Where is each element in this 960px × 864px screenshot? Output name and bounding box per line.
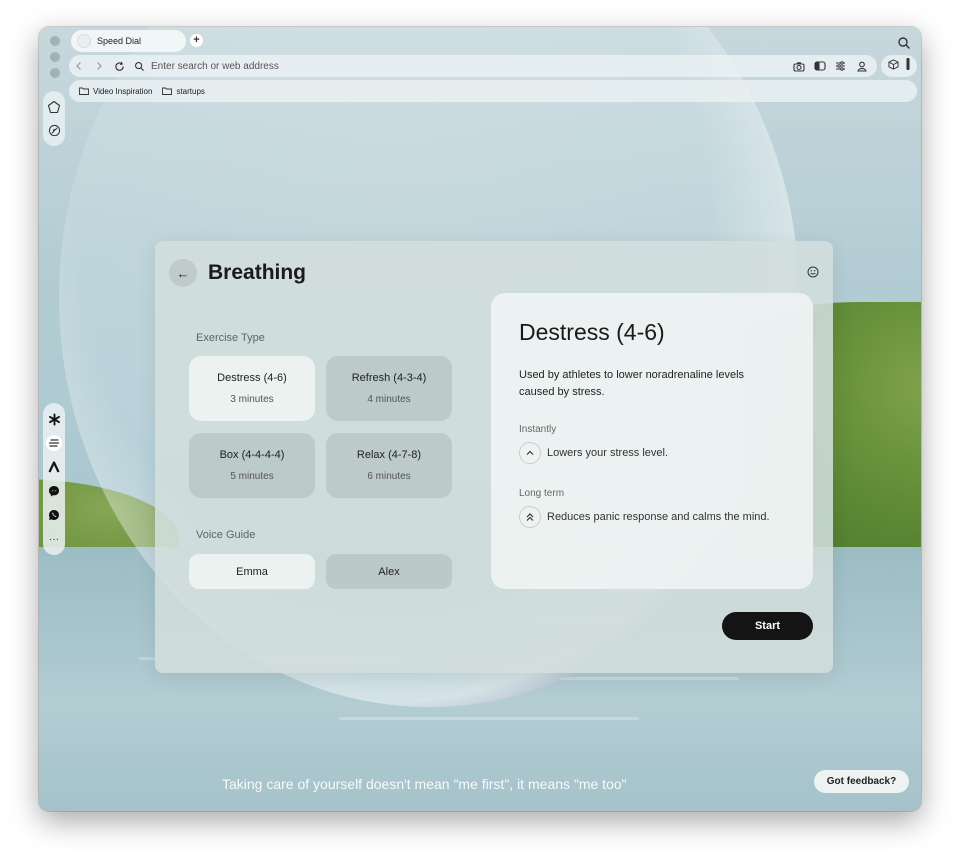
exercise-duration: 6 minutes <box>367 471 411 482</box>
home-icon[interactable] <box>46 99 62 115</box>
voice-option-alex[interactable]: Alex <box>326 554 452 589</box>
start-button[interactable]: Start <box>722 612 813 640</box>
more-icon[interactable]: ··· <box>46 531 62 547</box>
folder-icon <box>79 87 89 95</box>
search-tabs-icon[interactable] <box>896 35 912 51</box>
sidebar-apps: ··· <box>43 403 65 555</box>
voice-guide-label: Voice Guide <box>196 529 256 541</box>
exercise-duration: 4 minutes <box>367 394 411 405</box>
bookmark-label: Video Inspiration <box>93 86 153 96</box>
exercise-card-box[interactable]: Box (4-4-4-4) 5 minutes <box>189 433 315 498</box>
settings-sliders-icon[interactable] <box>833 59 848 74</box>
messenger-icon[interactable] <box>46 483 62 499</box>
page-title: Breathing <box>208 261 307 284</box>
breathing-app-icon[interactable] <box>46 435 62 451</box>
asterisk-app-icon[interactable] <box>46 411 62 427</box>
detail-description: Used by athletes to lower noradrenaline … <box>519 369 745 398</box>
longterm-label: Long term <box>519 488 565 499</box>
breathing-panel: ← Breathing Exercise Type Destress (4-6)… <box>155 241 833 673</box>
exercise-duration: 3 minutes <box>230 394 274 405</box>
address-search-icon <box>129 56 149 76</box>
reload-button[interactable] <box>109 56 129 76</box>
bookmarks-bar: Video Inspiration startups <box>69 80 917 102</box>
chevron-up-icon <box>519 442 541 464</box>
bookmark-video-inspiration[interactable]: Video Inspiration <box>79 87 152 96</box>
instantly-benefit: Lowers your stress level. <box>519 442 668 464</box>
tab-speed-dial[interactable]: Speed Dial <box>71 30 186 52</box>
feedback-button[interactable]: Got feedback? <box>814 770 909 793</box>
arc-app-icon[interactable] <box>46 459 62 475</box>
back-nav-button[interactable] <box>69 56 89 76</box>
detail-title: Destress (4-6) <box>519 319 665 345</box>
chevron-left-icon <box>76 62 81 70</box>
instantly-label: Instantly <box>519 424 557 435</box>
extensions-pill <box>881 55 917 77</box>
address-input[interactable]: Enter search or web address <box>151 61 279 72</box>
exercise-name: Box (4-4-4-4) <box>219 449 285 461</box>
exercise-duration: 5 minutes <box>230 471 274 482</box>
tab-favicon-icon <box>77 34 91 48</box>
forward-nav-button[interactable] <box>89 56 109 76</box>
exercise-type-label: Exercise Type <box>196 332 265 344</box>
exercise-card-refresh[interactable]: Refresh (4-3-4) 4 minutes <box>326 356 452 421</box>
address-bar: Enter search or web address <box>69 55 877 77</box>
tab-toggle-icon[interactable] <box>812 59 827 74</box>
longterm-text: Reduces panic response and calms the min… <box>547 511 770 523</box>
new-tab-button[interactable]: + <box>190 34 203 47</box>
longterm-benefit: Reduces panic response and calms the min… <box>519 506 770 528</box>
folder-icon <box>162 87 173 95</box>
smiley-icon[interactable] <box>807 266 819 278</box>
chevron-right-icon <box>97 62 102 70</box>
profile-icon[interactable] <box>854 59 869 74</box>
sidebar-top <box>43 91 65 146</box>
bookmark-startups[interactable]: startups <box>162 86 205 96</box>
bookmark-label: startups <box>176 86 205 96</box>
reload-icon <box>114 61 124 71</box>
sidebar-toggle-icon[interactable] <box>906 57 910 75</box>
arrow-left-icon: ← <box>176 265 190 281</box>
window-close-button[interactable] <box>50 36 60 46</box>
extension-cube-icon[interactable] <box>888 57 899 75</box>
tab-title: Speed Dial <box>97 36 142 46</box>
double-chevron-up-icon <box>519 506 541 528</box>
exercise-name: Relax (4-7-8) <box>356 449 422 461</box>
window-zoom-button[interactable] <box>50 68 60 78</box>
whatsapp-icon[interactable] <box>46 507 62 523</box>
exercise-card-destress[interactable]: Destress (4-6) 3 minutes <box>189 356 315 421</box>
camera-icon[interactable] <box>791 59 806 74</box>
voice-option-emma[interactable]: Emma <box>189 554 315 589</box>
window-minimize-button[interactable] <box>50 52 60 62</box>
quote-text: Taking care of yourself doesn't mean "me… <box>222 776 627 792</box>
leaf-icon[interactable] <box>46 122 62 138</box>
exercise-name: Refresh (4-3-4) <box>351 372 427 384</box>
exercise-detail-card: Destress (4-6) Used by athletes to lower… <box>491 293 813 589</box>
instantly-text: Lowers your stress level. <box>547 447 669 459</box>
exercise-name: Destress (4-6) <box>217 372 287 384</box>
browser-window: Speed Dial + Enter search or web address <box>39 27 921 811</box>
exercise-card-relax[interactable]: Relax (4-7-8) 6 minutes <box>326 433 452 498</box>
back-button[interactable]: ← <box>169 259 197 287</box>
